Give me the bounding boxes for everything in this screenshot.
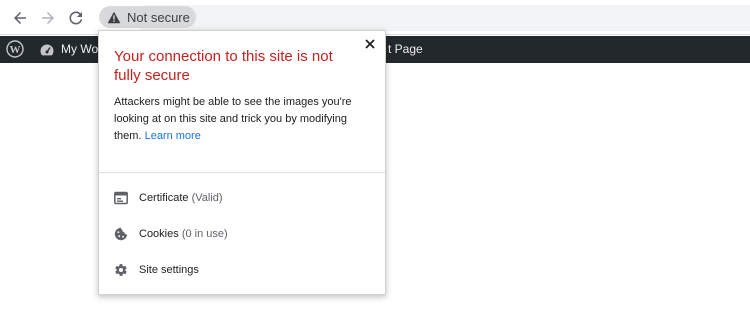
reload-icon (69, 11, 83, 25)
back-arrow-icon (14, 12, 26, 24)
back-button[interactable] (10, 8, 30, 28)
popup-title: Your connection to this site is not full… (114, 48, 333, 84)
learn-more-link[interactable]: Learn more (145, 130, 201, 142)
certificate-item[interactable]: Certificate (Valid) (99, 183, 385, 213)
forward-button[interactable] (38, 8, 58, 28)
popup-description: Attackers might be able to see the image… (114, 94, 372, 145)
certificate-icon (113, 190, 129, 206)
wordpress-logo-icon[interactable]: W (6, 40, 24, 58)
certificate-text: Certificate (139, 192, 189, 204)
site-name-link[interactable]: My Wo (61, 42, 98, 56)
divider (99, 172, 385, 173)
admin-bar-item[interactable]: t Page (388, 42, 423, 56)
cookies-text: Cookies (139, 228, 179, 240)
cookies-item[interactable]: Cookies (0 in use) (99, 219, 385, 249)
site-settings-item[interactable]: Site settings (99, 255, 385, 285)
site-info-popup: Your connection to this site is not full… (98, 30, 386, 295)
close-icon (365, 39, 375, 49)
site-settings-label: Site settings (139, 264, 199, 276)
cookies-label: Cookies (0 in use) (139, 228, 228, 240)
address-bar[interactable] (134, 5, 750, 31)
certificate-label: Certificate (Valid) (139, 192, 223, 204)
close-button[interactable] (363, 37, 377, 51)
gear-icon (113, 262, 129, 278)
warning-icon (107, 11, 121, 23)
cookie-icon (113, 226, 129, 242)
security-chip-label: Not secure (127, 9, 190, 25)
security-chip[interactable]: Not secure (99, 6, 196, 28)
cookies-count: (0 in use) (181, 228, 228, 240)
certificate-status: (Valid) (191, 192, 223, 204)
forward-arrow-icon (42, 12, 54, 24)
reload-button[interactable] (66, 8, 86, 28)
svg-text:W: W (10, 44, 21, 56)
dashboard-icon[interactable] (39, 42, 55, 58)
